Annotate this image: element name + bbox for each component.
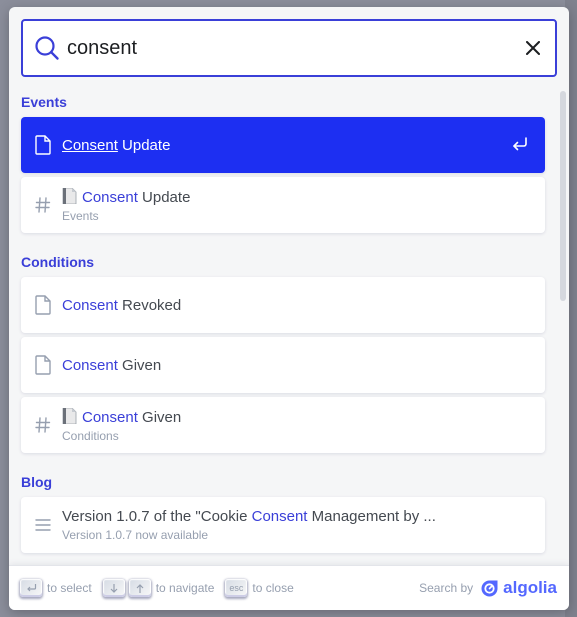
esc-key-icon: esc <box>225 579 248 597</box>
results-scrollbar[interactable] <box>560 91 566 301</box>
hit-title-rest: Revoked <box>117 296 182 314</box>
hit-consent-revoked[interactable]: Consent Revoked <box>21 277 545 333</box>
navigate-hint: to navigate <box>155 581 215 595</box>
close-hint: to close <box>252 581 294 595</box>
hit-title: Consent Update <box>62 187 191 206</box>
hit-title-rest: Management by ... <box>307 508 436 525</box>
hit-title-rest: Update <box>137 188 191 206</box>
hit-consent-given-heading[interactable]: Consent Given Conditions <box>21 397 545 453</box>
clear-search-button[interactable] <box>521 36 545 60</box>
search-by-label: Search by <box>419 581 474 595</box>
search-by-algolia-link[interactable]: Search by algolia <box>419 578 557 598</box>
hit-title-rest: Update <box>117 136 171 154</box>
hit-title-highlight: Consent <box>62 296 118 314</box>
modal-footer: to select to navigate esc to close Searc… <box>9 565 569 610</box>
search-icon <box>35 36 59 60</box>
document-icon <box>62 187 77 204</box>
hash-icon <box>32 194 54 216</box>
hit-consent-given-page[interactable]: Consent Given <box>21 337 545 393</box>
algolia-logo: algolia <box>480 578 557 598</box>
close-icon <box>526 41 540 55</box>
search-input[interactable] <box>67 36 507 60</box>
hit-title-highlight: Consent <box>82 408 138 426</box>
page-icon <box>32 294 54 316</box>
hit-title-prefix: Version 1.0.7 of the "Cookie <box>62 508 252 525</box>
section-title-conditions: Conditions <box>21 254 95 270</box>
search-modal: Events Consent Update <box>9 7 569 610</box>
page-icon <box>32 354 54 376</box>
section-title-events: Events <box>21 94 67 110</box>
keyboard-shortcuts: to select to navigate esc to close <box>20 579 305 597</box>
hit-consent-update-heading[interactable]: Consent Update Events <box>21 177 545 233</box>
lines-icon <box>32 514 54 536</box>
enter-icon <box>513 137 527 151</box>
hit-subtitle: Events <box>62 208 99 223</box>
hit-title: Consent Update <box>62 137 170 154</box>
hit-title-highlight: Consent <box>82 188 138 206</box>
hash-icon <box>32 414 54 436</box>
hit-blog-version-107[interactable]: Version 1.0.7 of the "Cookie Consent Man… <box>21 497 545 553</box>
results-list[interactable]: Events Consent Update Consent Update Eve… <box>9 87 569 565</box>
page-icon <box>32 134 54 156</box>
select-hint: to select <box>47 581 92 595</box>
hit-title: Version 1.0.7 of the "Cookie Consent Man… <box>62 508 436 525</box>
hit-title: Consent Revoked <box>62 297 181 314</box>
hit-subtitle: Conditions <box>62 428 119 443</box>
search-form[interactable] <box>21 19 557 77</box>
hit-title-highlight: Consent <box>251 508 308 525</box>
hit-title-highlight: Consent <box>62 356 118 374</box>
hit-title: Consent Given <box>62 357 161 374</box>
algolia-icon <box>481 580 498 596</box>
hit-title-rest: Given <box>117 356 162 374</box>
hit-subtitle: Version 1.0.7 now available <box>62 528 209 542</box>
hit-title: Consent Given <box>62 407 182 426</box>
hit-consent-update-page[interactable]: Consent Update <box>21 117 545 173</box>
hit-title-highlight: Consent <box>62 136 118 154</box>
section-title-blog: Blog <box>21 474 53 490</box>
algolia-wordmark: algolia <box>503 578 557 597</box>
arrow-up-key-icon <box>128 579 151 597</box>
arrow-down-key-icon <box>102 579 125 597</box>
enter-key-icon <box>20 579 42 597</box>
hit-title-rest: Given <box>137 408 182 426</box>
document-icon <box>62 407 77 424</box>
